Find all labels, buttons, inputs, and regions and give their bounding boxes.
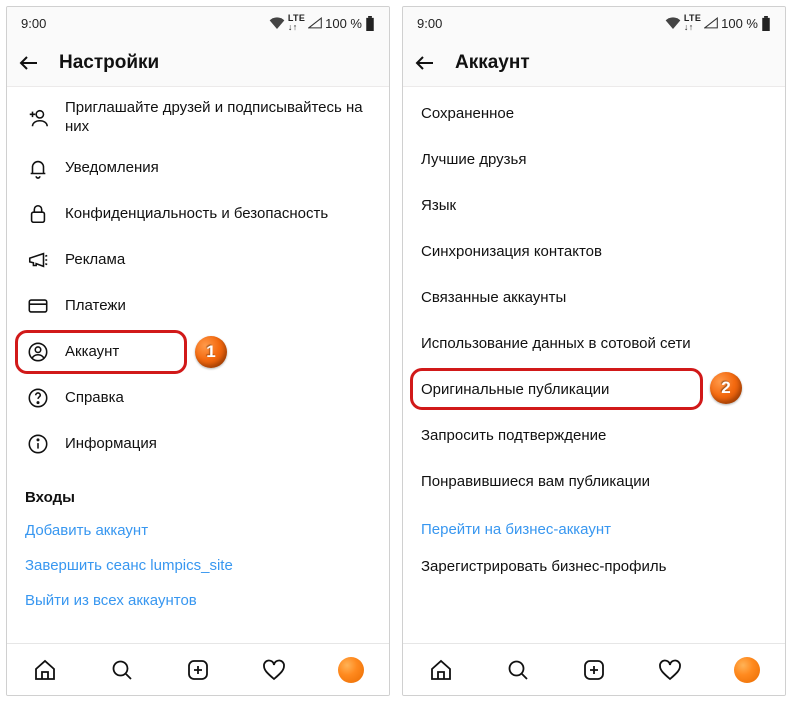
bottom-nav <box>403 643 785 695</box>
row-original-posts[interactable]: Оригинальные публикации <box>403 367 785 413</box>
nav-profile[interactable] <box>733 656 761 684</box>
help-icon <box>25 387 51 409</box>
row-account[interactable]: Аккаунт <box>7 329 389 375</box>
row-contacts-sync[interactable]: Синхронизация контактов <box>403 229 785 275</box>
account-list: Сохраненное Лучшие друзья Язык Синхрониз… <box>403 87 785 643</box>
signal-icon <box>308 17 322 29</box>
link-add-account[interactable]: Добавить аккаунт <box>7 510 389 545</box>
status-icons: LTE↓↑ 100 % <box>269 14 375 32</box>
user-plus-icon <box>25 107 51 129</box>
lock-icon <box>25 203 51 225</box>
nav-home[interactable] <box>427 656 455 684</box>
nav-search[interactable] <box>108 656 136 684</box>
status-bar: 9:00 LTE↓↑ 100 % <box>7 7 389 39</box>
status-icons: LTE↓↑ 100 % <box>665 14 771 32</box>
nav-home[interactable] <box>31 656 59 684</box>
row-data-usage[interactable]: Использование данных в сотовой сети <box>403 321 785 367</box>
row-language[interactable]: Язык <box>403 183 785 229</box>
row-linked-accounts[interactable]: Связанные аккаунты <box>403 275 785 321</box>
card-icon <box>25 295 51 317</box>
nav-activity[interactable] <box>260 656 288 684</box>
link-business[interactable]: Перейти на бизнес-аккаунт <box>403 505 785 544</box>
back-icon[interactable] <box>17 51 41 75</box>
row-label: Конфиденциальность и безопасность <box>65 205 371 224</box>
section-logins: Входы <box>7 467 389 510</box>
header: Аккаунт <box>403 39 785 87</box>
nav-activity[interactable] <box>656 656 684 684</box>
phone-settings: 9:00 LTE↓↑ 100 % Настройки Приглашайте д… <box>6 6 390 696</box>
signal-icon <box>704 17 718 29</box>
battery-label: 100 % <box>721 16 758 31</box>
row-close-friends[interactable]: Лучшие друзья <box>403 137 785 183</box>
wifi-icon <box>269 17 285 29</box>
battery-label: 100 % <box>325 16 362 31</box>
battery-icon <box>365 16 375 31</box>
wifi-icon <box>665 17 681 29</box>
link-logout-user[interactable]: Завершить сеанс lumpics_site <box>7 545 389 580</box>
network-label: LTE↓↑ <box>684 14 701 32</box>
row-saved[interactable]: Сохраненное <box>403 91 785 137</box>
megaphone-icon <box>25 249 51 271</box>
row-label: Платежи <box>65 297 371 316</box>
nav-search[interactable] <box>504 656 532 684</box>
header: Настройки <box>7 39 389 87</box>
bell-icon <box>25 157 51 179</box>
settings-list: Приглашайте друзей и подписывайтесь на н… <box>7 87 389 643</box>
row-help[interactable]: Справка <box>7 375 389 421</box>
row-liked-posts[interactable]: Понравившиеся вам публикации <box>403 459 785 505</box>
clock: 9:00 <box>21 16 46 31</box>
row-info[interactable]: Информация <box>7 421 389 467</box>
row-invite[interactable]: Приглашайте друзей и подписывайтесь на н… <box>7 91 389 145</box>
link-logout-all[interactable]: Выйти из всех аккаунтов <box>7 580 389 615</box>
back-icon[interactable] <box>413 51 437 75</box>
page-title: Настройки <box>59 52 159 74</box>
avatar <box>734 657 760 683</box>
bottom-nav <box>7 643 389 695</box>
row-label: Реклама <box>65 251 371 270</box>
person-icon <box>25 341 51 363</box>
nav-profile[interactable] <box>337 656 365 684</box>
phone-account: 9:00 LTE↓↑ 100 % Аккаунт Сохраненное Луч… <box>402 6 786 696</box>
clock: 9:00 <box>417 16 442 31</box>
row-register-business[interactable]: Зарегистрировать бизнес-профиль <box>403 544 785 590</box>
nav-add[interactable] <box>184 656 212 684</box>
page-title: Аккаунт <box>455 52 530 74</box>
row-notifications[interactable]: Уведомления <box>7 145 389 191</box>
row-label: Приглашайте друзей и подписывайтесь на н… <box>65 99 371 137</box>
nav-add[interactable] <box>580 656 608 684</box>
row-label: Информация <box>65 435 371 454</box>
row-privacy[interactable]: Конфиденциальность и безопасность <box>7 191 389 237</box>
row-label: Справка <box>65 389 371 408</box>
battery-icon <box>761 16 771 31</box>
network-label: LTE↓↑ <box>288 14 305 32</box>
row-payments[interactable]: Платежи <box>7 283 389 329</box>
status-bar: 9:00 LTE↓↑ 100 % <box>403 7 785 39</box>
row-label: Уведомления <box>65 159 371 178</box>
row-label: Аккаунт <box>65 343 371 362</box>
info-icon <box>25 433 51 455</box>
avatar <box>338 657 364 683</box>
row-ads[interactable]: Реклама <box>7 237 389 283</box>
row-request-verification[interactable]: Запросить подтверждение <box>403 413 785 459</box>
